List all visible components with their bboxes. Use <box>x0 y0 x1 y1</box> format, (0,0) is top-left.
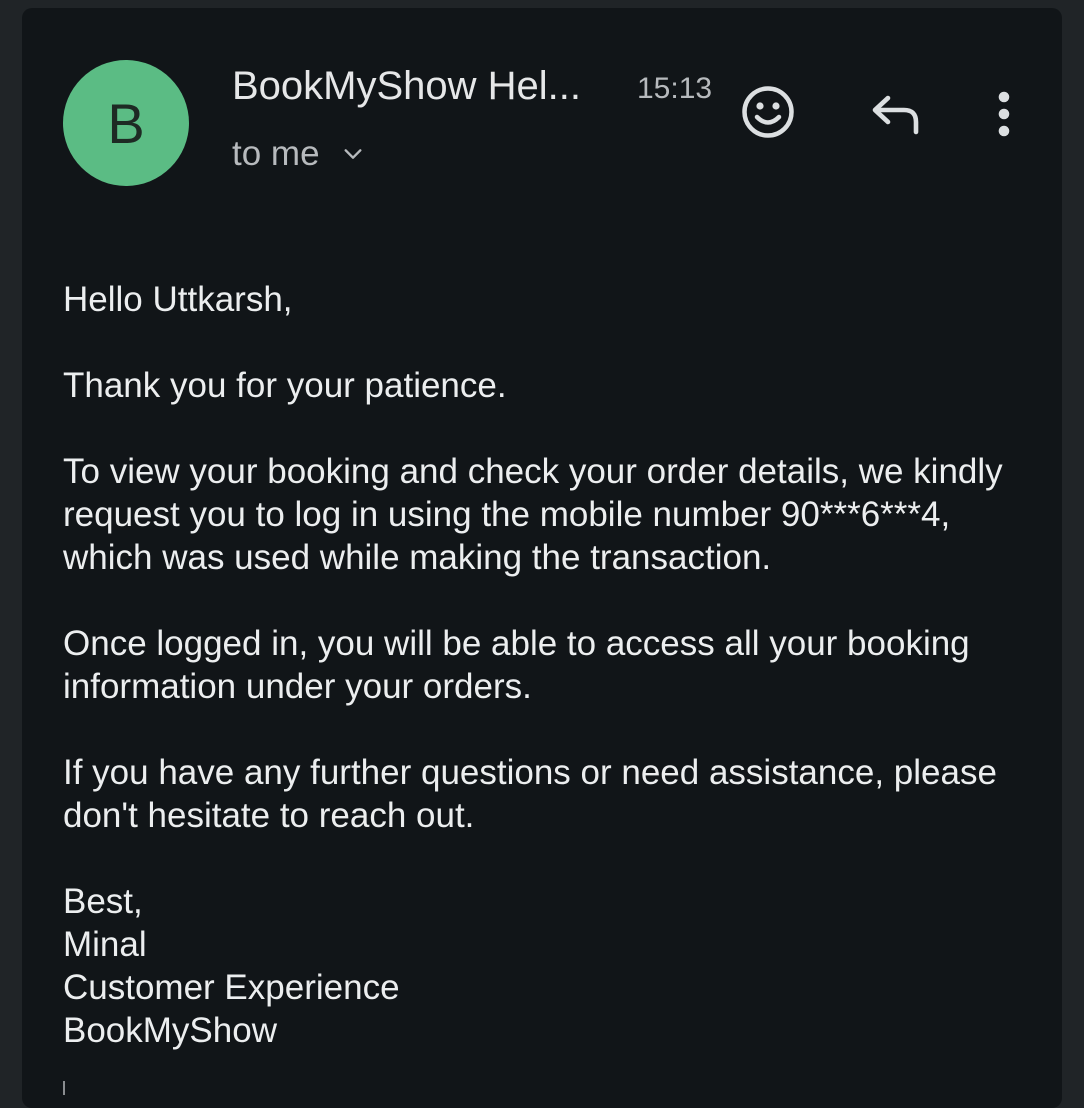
more-options-button[interactable] <box>984 86 1024 142</box>
body-paragraph: Once logged in, you will be able to acce… <box>63 624 970 706</box>
recipient-details-toggle[interactable]: to me <box>232 134 364 174</box>
more-vert-icon <box>998 91 1010 137</box>
reply-icon <box>872 95 919 135</box>
add-reaction-button[interactable] <box>736 80 800 144</box>
greeting: Hello Uttkarsh, <box>63 280 293 319</box>
message-time: 15:13 <box>637 72 713 105</box>
email-message-card: B BookMyShow Hel... 15:13 to me Hello Ut… <box>22 8 1062 1108</box>
recipient-label: to me <box>232 134 320 173</box>
signature-line: BookMyShow <box>63 1011 277 1050</box>
sender-name[interactable]: BookMyShow Hel... <box>232 64 581 109</box>
email-body: Hello Uttkarsh, Thank you for your patie… <box>63 278 1023 1052</box>
body-paragraph: If you have any further questions or nee… <box>63 753 997 835</box>
chevron-down-icon <box>344 149 362 159</box>
signature-line: Minal <box>63 925 147 964</box>
quoted-text-marker <box>63 1081 65 1095</box>
emoji-reaction-icon <box>742 86 794 138</box>
sender-avatar[interactable]: B <box>63 60 189 186</box>
reply-button[interactable] <box>864 86 928 142</box>
signature: Best, Minal Customer Experience BookMySh… <box>63 880 1023 1052</box>
body-paragraph: Thank you for your patience. <box>63 366 507 405</box>
signature-line: Best, <box>63 882 143 921</box>
signature-line: Customer Experience <box>63 968 400 1007</box>
body-paragraph: To view your booking and check your orde… <box>63 452 1003 577</box>
avatar-letter: B <box>107 91 145 155</box>
